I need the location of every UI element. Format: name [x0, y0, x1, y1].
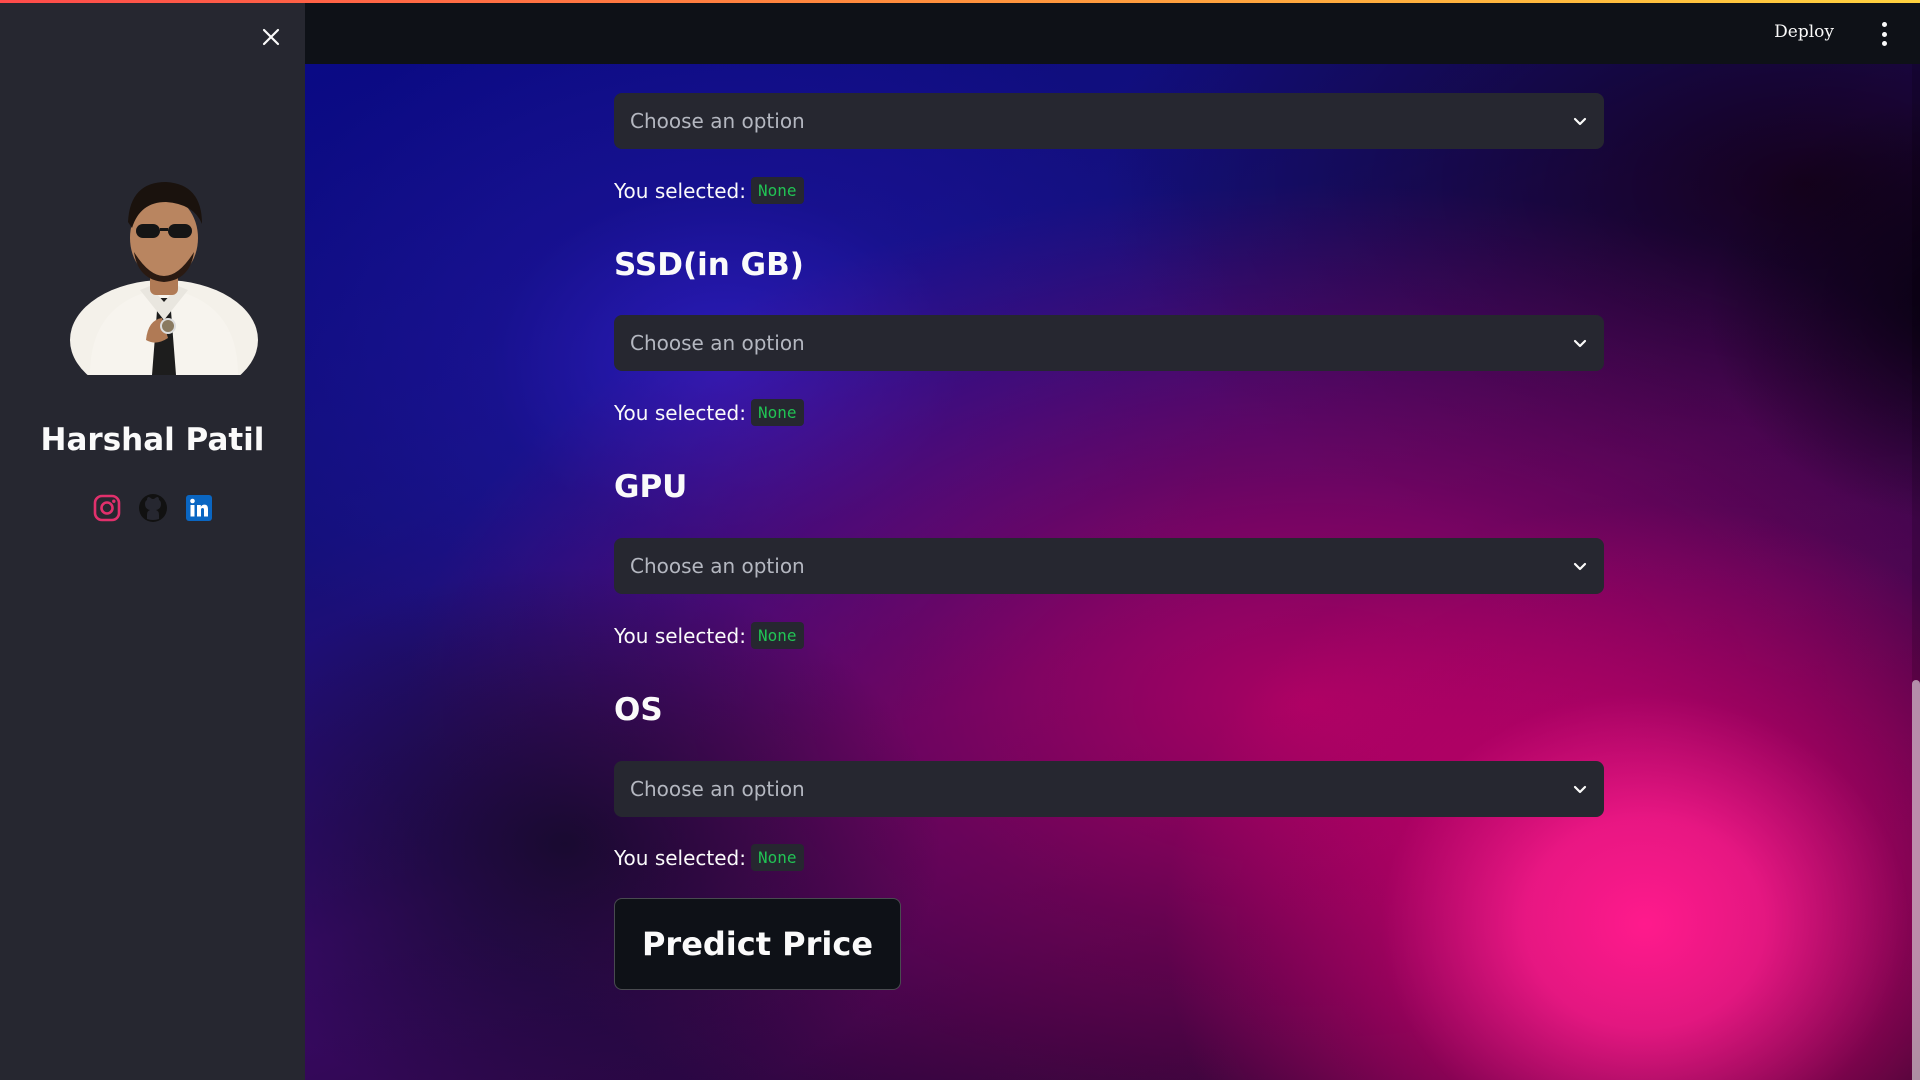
deploy-button[interactable]: Deploy	[1774, 22, 1834, 42]
selected-value-badge: None	[751, 844, 804, 871]
selected-value-badge: None	[751, 399, 804, 426]
github-link[interactable]	[138, 493, 168, 523]
sidebar: Harshal Patil	[0, 0, 305, 1080]
selected-label: You selected:	[614, 845, 746, 870]
select-placeholder: Choose an option	[630, 554, 805, 578]
close-sidebar-button[interactable]	[256, 22, 286, 52]
selected-value-line: You selected: None	[614, 844, 804, 871]
avatar	[70, 182, 258, 375]
chevron-down-icon	[1572, 113, 1588, 129]
selected-label: You selected:	[614, 400, 746, 425]
chevron-down-icon	[1572, 781, 1588, 797]
select-gpu[interactable]: Choose an option	[614, 538, 1604, 594]
social-links	[92, 493, 214, 523]
selected-value-badge: None	[751, 177, 804, 204]
chevron-down-icon	[1572, 335, 1588, 351]
select-os[interactable]: Choose an option	[614, 761, 1604, 817]
top-header: Deploy	[305, 0, 1920, 64]
selected-value-badge: None	[751, 622, 804, 649]
selected-value-line: You selected: None	[614, 622, 804, 649]
field-title-ssd: SSD(in GB)	[614, 247, 804, 283]
main-content: Choose an option You selected: None SSD(…	[305, 64, 1920, 1080]
instagram-link[interactable]	[92, 493, 122, 523]
selected-value-line: You selected: None	[614, 177, 804, 204]
field-title-gpu: GPU	[614, 469, 688, 505]
field-title-os: OS	[614, 692, 663, 728]
close-icon	[262, 28, 280, 46]
chevron-down-icon	[1572, 558, 1588, 574]
predict-price-button[interactable]: Predict Price	[614, 898, 901, 990]
top-decoration-bar	[0, 0, 1920, 3]
main-menu-button[interactable]	[1874, 22, 1894, 46]
selected-value-line: You selected: None	[614, 399, 804, 426]
linkedin-link[interactable]	[184, 493, 214, 523]
selected-label: You selected:	[614, 623, 746, 648]
background-wave	[1705, 94, 1920, 524]
github-icon	[139, 494, 167, 522]
select-ssd[interactable]: Choose an option	[614, 315, 1604, 371]
linkedin-icon	[186, 495, 212, 521]
author-name: Harshal Patil	[40, 422, 265, 458]
scrollbar-thumb[interactable]	[1912, 680, 1920, 1080]
selected-label: You selected:	[614, 178, 746, 203]
select-dropdown[interactable]: Choose an option	[614, 93, 1604, 149]
select-placeholder: Choose an option	[630, 331, 805, 355]
instagram-icon	[93, 494, 121, 522]
more-vertical-icon	[1881, 22, 1887, 27]
select-placeholder: Choose an option	[630, 777, 805, 801]
select-placeholder: Choose an option	[630, 109, 805, 133]
